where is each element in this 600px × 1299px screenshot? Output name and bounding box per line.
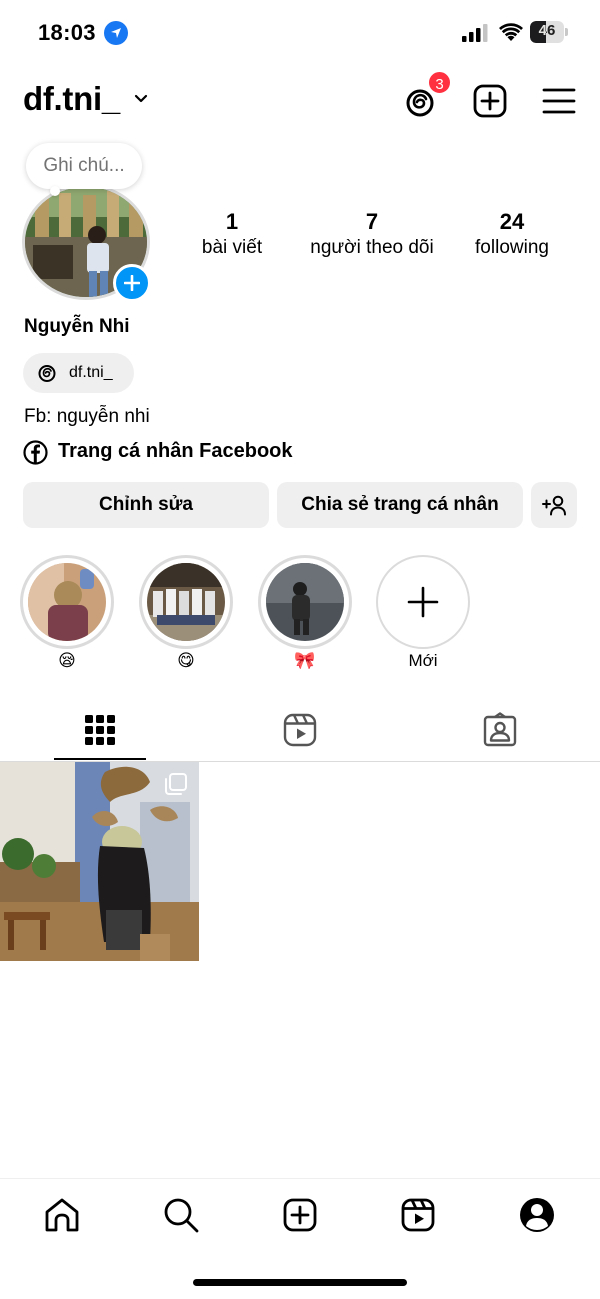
new-highlight-label: Mới bbox=[408, 651, 438, 670]
notification-badge: 3 bbox=[427, 70, 452, 95]
facebook-link-label: Trang cá nhân Facebook bbox=[58, 440, 293, 462]
highlight-cover bbox=[266, 563, 344, 641]
posts-stat[interactable]: 1 bài viết bbox=[192, 209, 272, 259]
reels-icon[interactable] bbox=[282, 712, 318, 748]
facebook-icon bbox=[23, 440, 48, 465]
create-icon[interactable] bbox=[280, 1195, 320, 1235]
home-icon[interactable] bbox=[42, 1195, 82, 1235]
cellular-signal-icon bbox=[462, 24, 488, 42]
edit-profile-button[interactable]: Chỉnh sửa bbox=[23, 482, 269, 528]
add-story-button[interactable] bbox=[113, 264, 151, 302]
note-bubble-tail bbox=[50, 186, 60, 196]
location-icon bbox=[104, 21, 128, 45]
bio-text: Fb: nguyễn nhi bbox=[24, 406, 150, 427]
full-name: Nguyễn Nhi bbox=[24, 316, 130, 337]
create-icon[interactable] bbox=[472, 83, 508, 119]
status-time: 18:03 bbox=[38, 20, 96, 45]
followers-count: 7 bbox=[365, 209, 379, 234]
posts-label: bài viết bbox=[201, 237, 263, 258]
tagged-icon[interactable] bbox=[482, 712, 518, 748]
threads-handle: df.tni_ bbox=[69, 364, 113, 381]
menu-icon[interactable] bbox=[542, 86, 576, 116]
battery-level: 46 bbox=[538, 22, 556, 39]
battery-icon: 46 bbox=[530, 21, 568, 43]
highlight-cover bbox=[147, 563, 225, 641]
profile-icon[interactable] bbox=[517, 1195, 557, 1235]
status-bar: 18:03 46 bbox=[0, 0, 600, 64]
add-user-icon bbox=[542, 495, 566, 516]
followers-label: người theo dõi bbox=[310, 237, 434, 258]
highlight-label: 😪 bbox=[58, 651, 76, 670]
profile-tabs bbox=[0, 700, 600, 762]
active-tab-indicator bbox=[54, 758, 146, 760]
following-stat[interactable]: 24 following bbox=[462, 209, 562, 259]
bottom-navigation bbox=[0, 1178, 600, 1299]
threads-icon bbox=[38, 365, 56, 382]
highlight-label: 🎀 bbox=[294, 651, 316, 670]
highlight-label: 😋 bbox=[177, 651, 195, 670]
search-icon[interactable] bbox=[161, 1195, 201, 1235]
note-bubble[interactable]: Ghi chú... bbox=[26, 143, 142, 189]
multiple-photos-icon bbox=[165, 773, 187, 795]
discover-people-button[interactable] bbox=[531, 482, 577, 528]
username-switcher[interactable]: df.tni_ bbox=[23, 80, 120, 118]
plus-icon bbox=[124, 275, 140, 291]
reels-icon[interactable] bbox=[398, 1195, 438, 1235]
highlight-cover bbox=[28, 563, 106, 641]
post-thumbnail[interactable] bbox=[0, 762, 199, 961]
posts-count: 1 bbox=[225, 209, 239, 234]
share-profile-button[interactable]: Chia sẻ trang cá nhân bbox=[277, 482, 523, 528]
grid-icon[interactable] bbox=[82, 712, 118, 748]
following-label: following bbox=[475, 237, 549, 258]
plus-icon bbox=[407, 586, 439, 618]
home-indicator bbox=[193, 1279, 407, 1286]
wifi-icon bbox=[499, 23, 523, 41]
following-count: 24 bbox=[499, 209, 525, 234]
chevron-down-icon[interactable] bbox=[133, 92, 149, 106]
followers-stat[interactable]: 7 người theo dõi bbox=[302, 209, 442, 259]
threads-profile-link[interactable]: df.tni_ bbox=[23, 353, 134, 393]
